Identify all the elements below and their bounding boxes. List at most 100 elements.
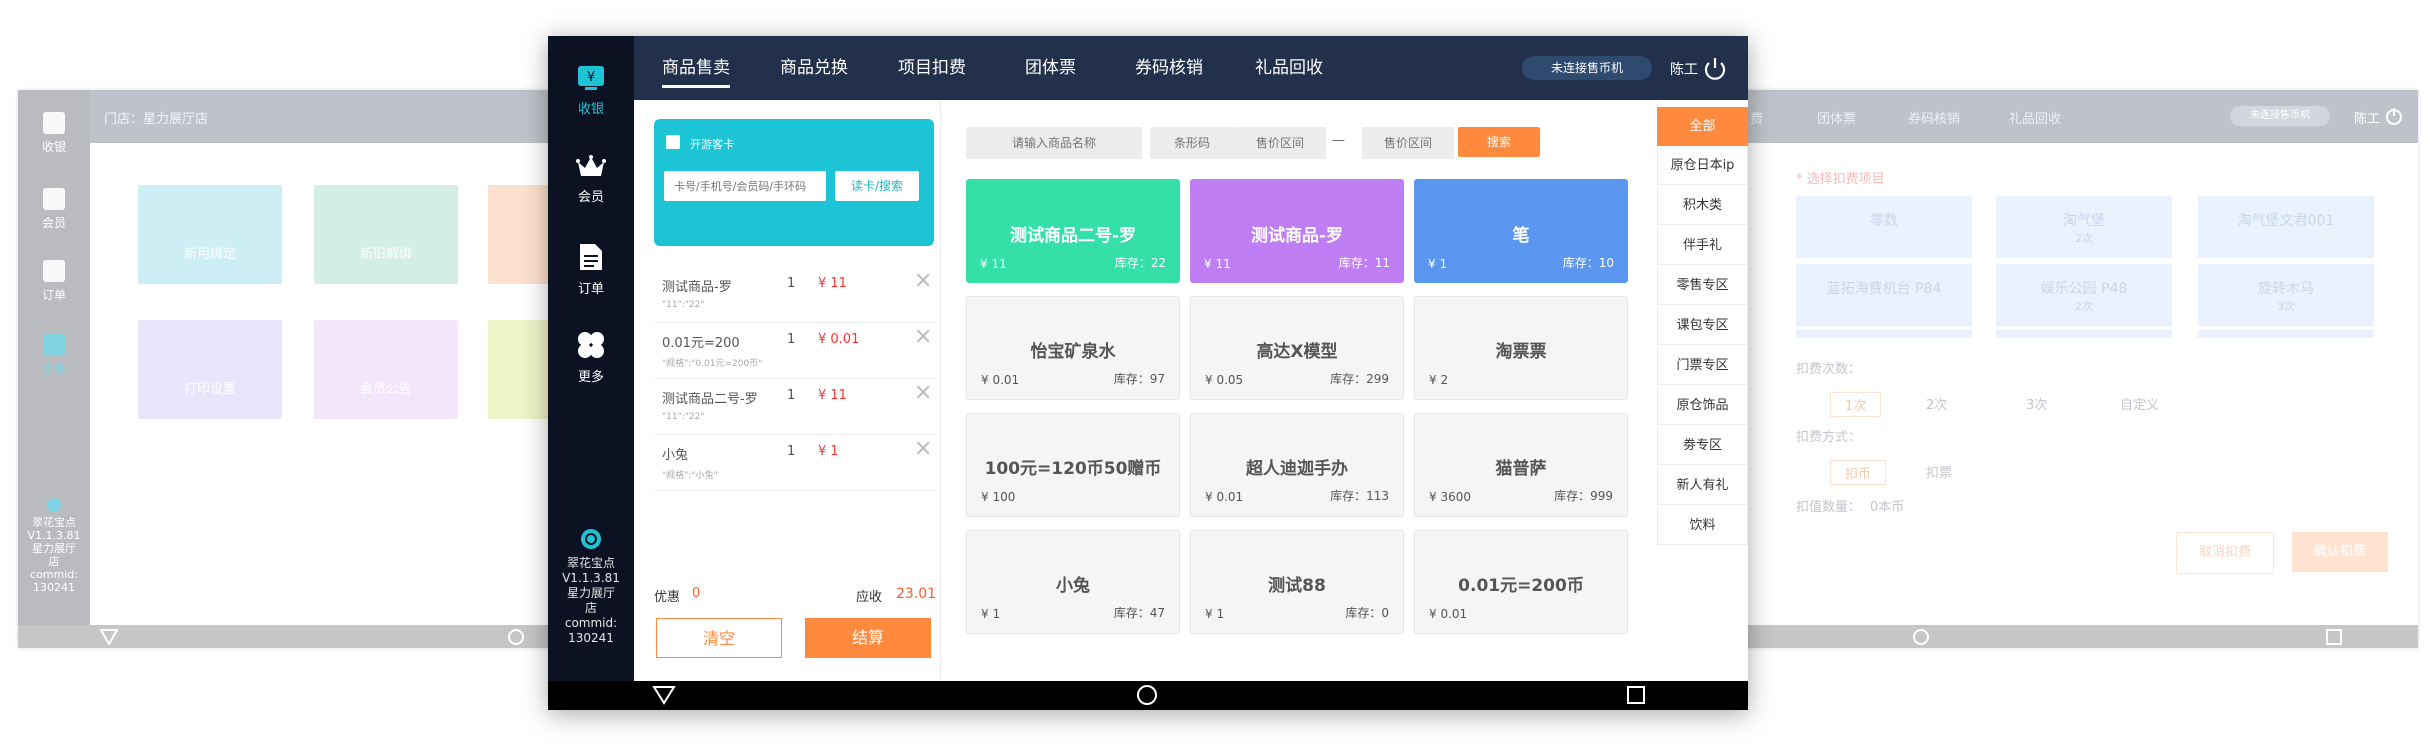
- cart-item[interactable]: 测试商品-罗 "11":"22" 1 ¥ 11 ×: [654, 266, 936, 323]
- bg-option-overflow: [1996, 330, 2172, 338]
- product-price: ¥ 0.05: [1205, 373, 1244, 387]
- tab-label: 项目扣费: [898, 58, 966, 78]
- search-button[interactable]: 搜索: [1458, 127, 1540, 157]
- product-name-input[interactable]: [966, 127, 1142, 159]
- tab-gift-recycle[interactable]: 礼品回收: [1255, 36, 1323, 100]
- product-card[interactable]: 测试商品二号-罗 ¥ 11 库存：22: [966, 179, 1180, 283]
- status-pill[interactable]: 未连接售币机: [1522, 56, 1652, 80]
- bg-right-tab: 券码核销: [1908, 112, 1961, 127]
- back-icon[interactable]: [652, 685, 676, 705]
- checkout-button[interactable]: 结算: [805, 618, 931, 658]
- product-card[interactable]: 淘票票 ¥ 2: [1414, 296, 1628, 400]
- category-label: 零售专区: [1676, 278, 1729, 293]
- tab-coupon-verify[interactable]: 券码核销: [1135, 36, 1203, 100]
- category-item[interactable]: 伴手礼: [1657, 226, 1748, 265]
- bg-version-line: 130241: [33, 581, 75, 594]
- sidebar-item-orders[interactable]: 订单: [548, 242, 634, 297]
- bg-version-line: V1.1.3.81: [27, 529, 81, 542]
- barcode-input[interactable]: [1150, 127, 1234, 159]
- tab-group-ticket[interactable]: 团体票: [1025, 36, 1076, 100]
- category-item[interactable]: 零售专区: [1657, 266, 1748, 305]
- category-item[interactable]: 劵专区: [1657, 426, 1748, 465]
- version-line: commid:: [564, 616, 618, 630]
- recents-icon[interactable]: [1626, 685, 1646, 705]
- sidebar-item-cashier[interactable]: ¥ 收银: [548, 64, 634, 117]
- cart-item-qty[interactable]: 1: [787, 388, 795, 403]
- category-item[interactable]: 积木类: [1657, 186, 1748, 225]
- sidebar-item-more[interactable]: 更多: [548, 330, 634, 385]
- category-item[interactable]: 课包专区: [1657, 306, 1748, 345]
- price-range-dash: —: [1332, 133, 1345, 148]
- category-item[interactable]: 新人有礼: [1657, 466, 1748, 505]
- category-label: 劵专区: [1682, 438, 1722, 453]
- product-price: ¥ 0.01: [1205, 490, 1244, 504]
- cart-item[interactable]: 小兔 "规格":"小兔" 1 ¥ 1 ×: [654, 434, 936, 491]
- cart-item[interactable]: 测试商品二号-罗 "11":"22" 1 ¥ 11 ×: [654, 378, 936, 435]
- power-icon[interactable]: [1703, 56, 1727, 80]
- bg-sidebar-item: 订单: [18, 260, 90, 303]
- bg-version-info: 翠花宝点 V1.1.3.81 星力展厅 店 commid: 130241: [18, 498, 90, 594]
- bg-option-name: 旋转木马: [2258, 281, 2314, 297]
- product-card[interactable]: 100元=120币50赠币 ¥ 100: [966, 413, 1180, 517]
- tab-label: 礼品回收: [1255, 58, 1323, 78]
- document-icon: [43, 260, 65, 282]
- product-price: ¥ 1: [1205, 607, 1225, 621]
- clear-button[interactable]: 清空: [656, 618, 782, 658]
- cart-item-qty[interactable]: 1: [787, 444, 795, 459]
- product-card[interactable]: 高达X模型 ¥ 0.05 库存：299: [1190, 296, 1404, 400]
- category-item[interactable]: 原仓日本ip: [1657, 146, 1748, 185]
- sidebar-label: 更多: [577, 370, 604, 385]
- price-min-input[interactable]: [1234, 127, 1326, 159]
- tab-product-sale[interactable]: 商品售卖: [662, 36, 730, 100]
- bg-right-topbar: 费 团体票 券码核销 礼品回收 未连接售币机 陈工: [1700, 90, 2418, 143]
- bg-version-line: 星力展厅: [32, 542, 76, 555]
- product-price: ¥ 0.01: [981, 373, 1020, 387]
- sidebar-label: 会员: [577, 190, 604, 205]
- price-max-input[interactable]: [1362, 127, 1454, 159]
- discount-value: 0: [692, 586, 701, 601]
- home-icon[interactable]: [1136, 684, 1158, 706]
- cart-item-qty[interactable]: 1: [787, 332, 795, 347]
- sidebar: ¥ 收银 会员 订单 更多 翠花宝点 V1.1.3.81 星力展厅 店 comm…: [548, 36, 634, 681]
- category-item[interactable]: 原仓饰品: [1657, 386, 1748, 425]
- product-card[interactable]: 笔 ¥ 1 库存：10: [1414, 179, 1628, 283]
- due-label: 应收: [856, 590, 883, 605]
- product-card[interactable]: 超人迪迦手办 ¥ 0.01 库存：113: [1190, 413, 1404, 517]
- remove-icon[interactable]: ×: [914, 324, 932, 349]
- product-card[interactable]: 怡宝矿泉水 ¥ 0.01 库存：97: [966, 296, 1180, 400]
- product-card[interactable]: 猫普萨 ¥ 3600 库存：999: [1414, 413, 1628, 517]
- product-card[interactable]: 0.01元=200币 ¥ 0.01: [1414, 530, 1628, 634]
- product-card[interactable]: 测试商品-罗 ¥ 11 库存：11: [1190, 179, 1404, 283]
- cart-item-qty[interactable]: 1: [787, 276, 795, 291]
- remove-icon[interactable]: ×: [914, 436, 932, 461]
- read-card-button[interactable]: 读卡/搜索: [835, 171, 919, 201]
- bg-deduct-count: 2次: [1926, 398, 1948, 413]
- category-item[interactable]: 门票专区: [1657, 346, 1748, 385]
- product-card[interactable]: 测试88 ¥ 1 库存：0: [1190, 530, 1404, 634]
- product-stock: 库存：0: [1345, 606, 1389, 620]
- category-all[interactable]: 全部: [1657, 107, 1748, 146]
- category-item[interactable]: 饮料: [1657, 506, 1748, 545]
- home-icon: [508, 629, 524, 645]
- svg-text:¥: ¥: [587, 70, 595, 85]
- product-stock: 库存：999: [1554, 489, 1613, 503]
- bg-tile-label: 新旧解绑: [359, 247, 412, 262]
- version-line: 翠花宝点: [566, 556, 615, 570]
- tab-product-exchange[interactable]: 商品兑换: [780, 36, 848, 100]
- bg-option-name: 零数: [1870, 213, 1898, 229]
- cart-item[interactable]: 0.01元=200 "规格":"0.01元=200币" 1 ¥ 0.01 ×: [654, 322, 936, 379]
- card-search-input[interactable]: [664, 171, 826, 201]
- bg-right-tab: 团体票: [1817, 112, 1857, 127]
- bg-right-option: 娱乐公园 P48 2次: [1996, 264, 2172, 326]
- remove-icon[interactable]: ×: [914, 380, 932, 405]
- back-icon: [100, 629, 118, 645]
- grid-icon: [43, 334, 65, 356]
- cart-item-price: ¥ 11: [818, 388, 847, 403]
- sidebar-item-member[interactable]: 会员: [548, 154, 634, 205]
- bg-sidebar-item: 收银: [18, 112, 90, 155]
- tab-project-deduction[interactable]: 项目扣费: [898, 36, 966, 100]
- tourist-card-checkbox[interactable]: [666, 135, 680, 149]
- version-line: 店: [584, 601, 597, 615]
- product-card[interactable]: 小兔 ¥ 1 库存：47: [966, 530, 1180, 634]
- remove-icon[interactable]: ×: [914, 268, 932, 293]
